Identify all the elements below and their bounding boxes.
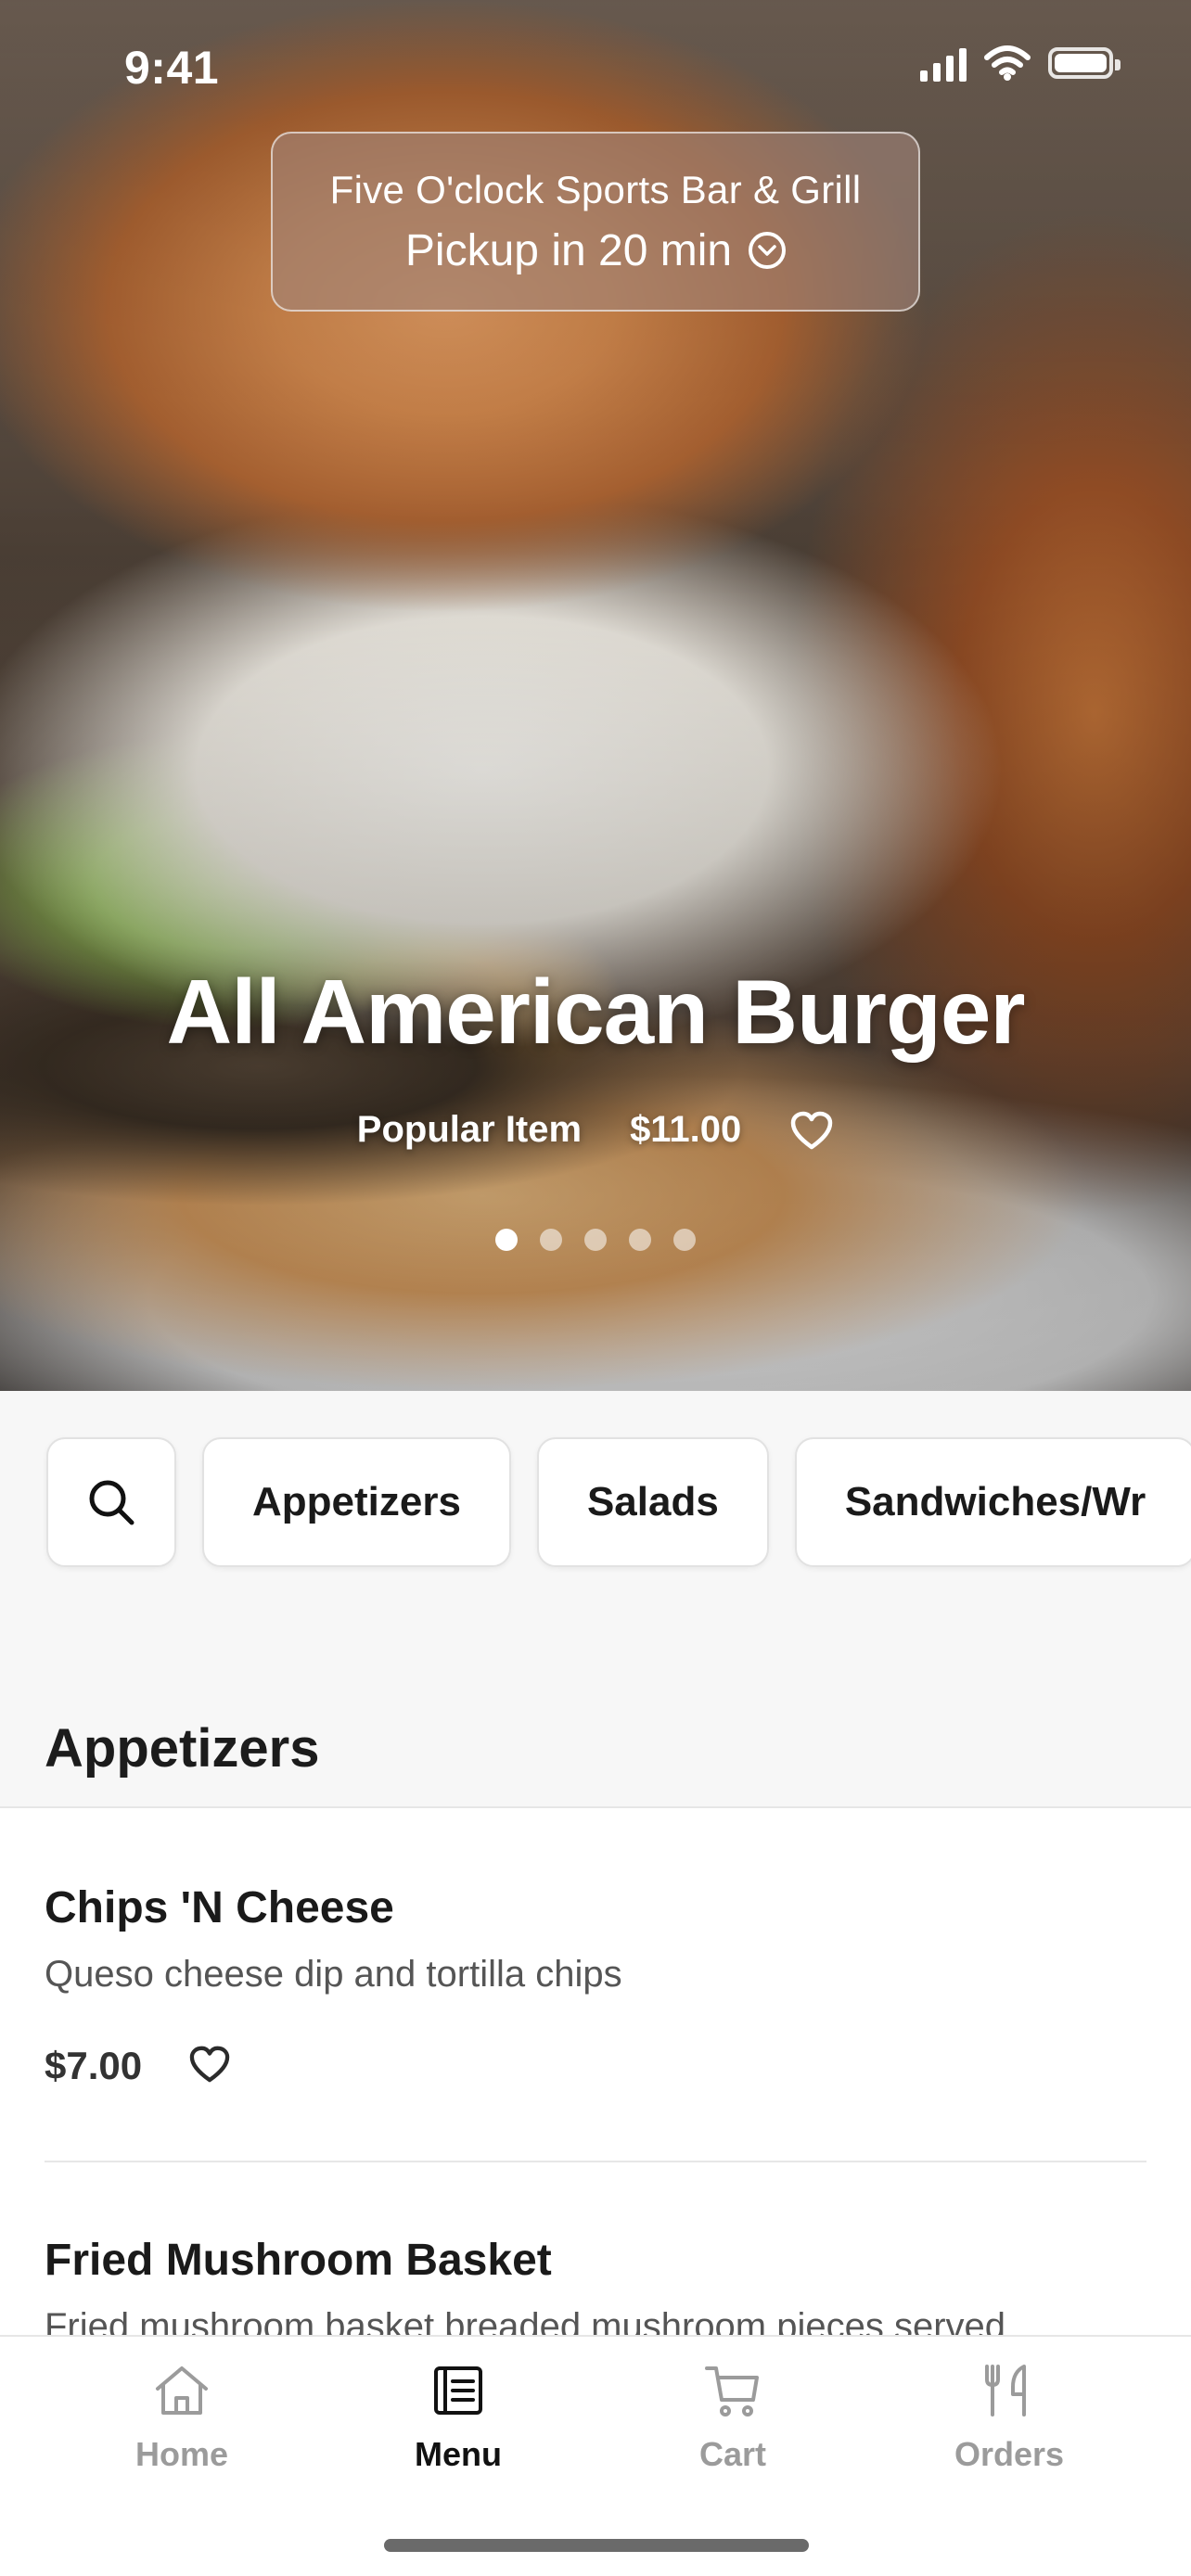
featured-item-title: All American Burger	[166, 961, 1026, 1063]
favorite-heart-icon[interactable]	[789, 1110, 834, 1151]
home-indicator[interactable]	[384, 2539, 809, 2552]
menu-item[interactable]: Chips 'N Cheese Queso cheese dip and tor…	[45, 1882, 1146, 2088]
carousel-dot[interactable]	[495, 1229, 518, 1251]
pickup-time-label: Pickup in 20 min	[404, 225, 733, 275]
search-button[interactable]	[46, 1437, 176, 1567]
featured-item-meta: Popular Item $11.00	[0, 1109, 1191, 1151]
cart-icon	[705, 2366, 759, 2417]
carousel-dot[interactable]	[540, 1229, 562, 1251]
carousel-dot[interactable]	[584, 1229, 607, 1251]
tab-orders[interactable]: Orders	[870, 2363, 1148, 2474]
app-root: 9:41 Five O'clock Sports Bar & Grill Pic…	[0, 0, 1191, 2576]
carousel-dot[interactable]	[673, 1229, 696, 1251]
home-icon	[156, 2366, 208, 2415]
section-header: Appetizers	[0, 1697, 1191, 1808]
hero-banner[interactable]: 9:41 Five O'clock Sports Bar & Grill Pic…	[0, 0, 1191, 1391]
menu-item-divider	[45, 2161, 1146, 2162]
menu-item-name: Fried Mushroom Basket	[45, 2236, 552, 2285]
cellular-signal-icon	[920, 45, 967, 82]
tab-home[interactable]: Home	[43, 2363, 321, 2474]
menu-icon	[434, 2366, 482, 2415]
tab-label: Cart	[698, 2435, 767, 2473]
status-bar: 9:41	[0, 0, 1191, 139]
category-chip-sandwiches[interactable]: Sandwiches/Wr	[794, 1437, 1191, 1567]
category-chip-row[interactable]: Appetizers Salads Sandwiches/Wr	[46, 1437, 1191, 1567]
section-title: Appetizers	[45, 1718, 320, 1779]
wifi-icon	[984, 45, 1031, 81]
menu-item-description: Queso cheese dip and tortilla chips	[45, 1954, 622, 1995]
menu-item-actions: $7.00	[45, 2044, 1146, 2088]
category-bar: Appetizers Salads Sandwiches/Wr	[0, 1391, 1191, 1697]
menu-item-price: $7.00	[45, 2044, 143, 2087]
tab-label: Menu	[415, 2435, 502, 2473]
search-icon	[89, 1480, 134, 1525]
status-icons	[920, 45, 1121, 82]
tab-label: Orders	[954, 2435, 1065, 2473]
carousel-indicator[interactable]	[0, 1229, 1191, 1251]
chevron-down-circle-icon	[749, 232, 787, 269]
tab-menu[interactable]: Menu	[319, 2363, 597, 2474]
tab-cart[interactable]: Cart	[594, 2363, 872, 2474]
featured-item-price: $11.00	[630, 1109, 742, 1150]
restaurant-name: Five O'clock Sports Bar & Grill	[329, 167, 862, 211]
menu-item[interactable]: Fried Mushroom Basket Fried mushroom bas…	[45, 2235, 1146, 2348]
featured-item-tag: Popular Item	[356, 1109, 583, 1150]
favorite-heart-icon[interactable]	[188, 2045, 231, 2088]
status-time: 9:41	[124, 42, 220, 94]
tab-label: Home	[134, 2435, 229, 2473]
orders-icon	[985, 2365, 1026, 2417]
category-chip-salads[interactable]: Salads	[536, 1437, 769, 1567]
category-chip-appetizers[interactable]: Appetizers	[202, 1437, 511, 1567]
pickup-location-selector[interactable]: Five O'clock Sports Bar & Grill Pickup i…	[271, 132, 920, 312]
carousel-dot[interactable]	[629, 1229, 651, 1251]
menu-item-name: Chips 'N Cheese	[45, 1883, 394, 1932]
pickup-time[interactable]: Pickup in 20 min	[404, 225, 787, 276]
battery-icon	[1048, 47, 1121, 79]
